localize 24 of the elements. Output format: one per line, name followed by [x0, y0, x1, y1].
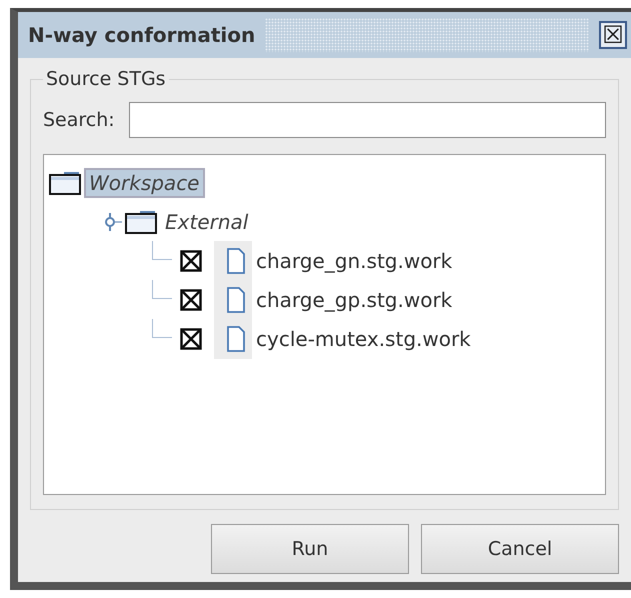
tree-connector [152, 241, 172, 260]
document-icon [226, 248, 246, 274]
search-label: Search: [43, 109, 115, 131]
file-label[interactable]: cycle-mutex.stg.work [252, 326, 475, 350]
checkbox[interactable] [180, 288, 202, 310]
close-button[interactable]: ☒ [599, 21, 627, 49]
file-label[interactable]: charge_gp.stg.work [252, 288, 456, 312]
group-legend: Source STGs [43, 68, 169, 90]
folder-icon [48, 170, 82, 194]
file-label[interactable]: charge_gn.stg.work [252, 248, 456, 272]
window-title: N-way conformation [28, 23, 256, 47]
checkbox[interactable] [180, 250, 202, 272]
folder-icon [124, 210, 158, 234]
folder-label[interactable]: External [160, 206, 254, 236]
tree-connector [152, 280, 172, 299]
search-field[interactable] [128, 102, 606, 138]
document-icon [226, 286, 246, 312]
cancel-button[interactable]: Cancel [421, 524, 619, 574]
expander-icon[interactable] [104, 212, 122, 230]
checkbox[interactable] [180, 328, 202, 350]
run-button[interactable]: Run [211, 524, 409, 574]
tree-connector [152, 319, 172, 338]
folder-label[interactable]: Workspace [84, 168, 204, 198]
document-icon [226, 326, 246, 352]
